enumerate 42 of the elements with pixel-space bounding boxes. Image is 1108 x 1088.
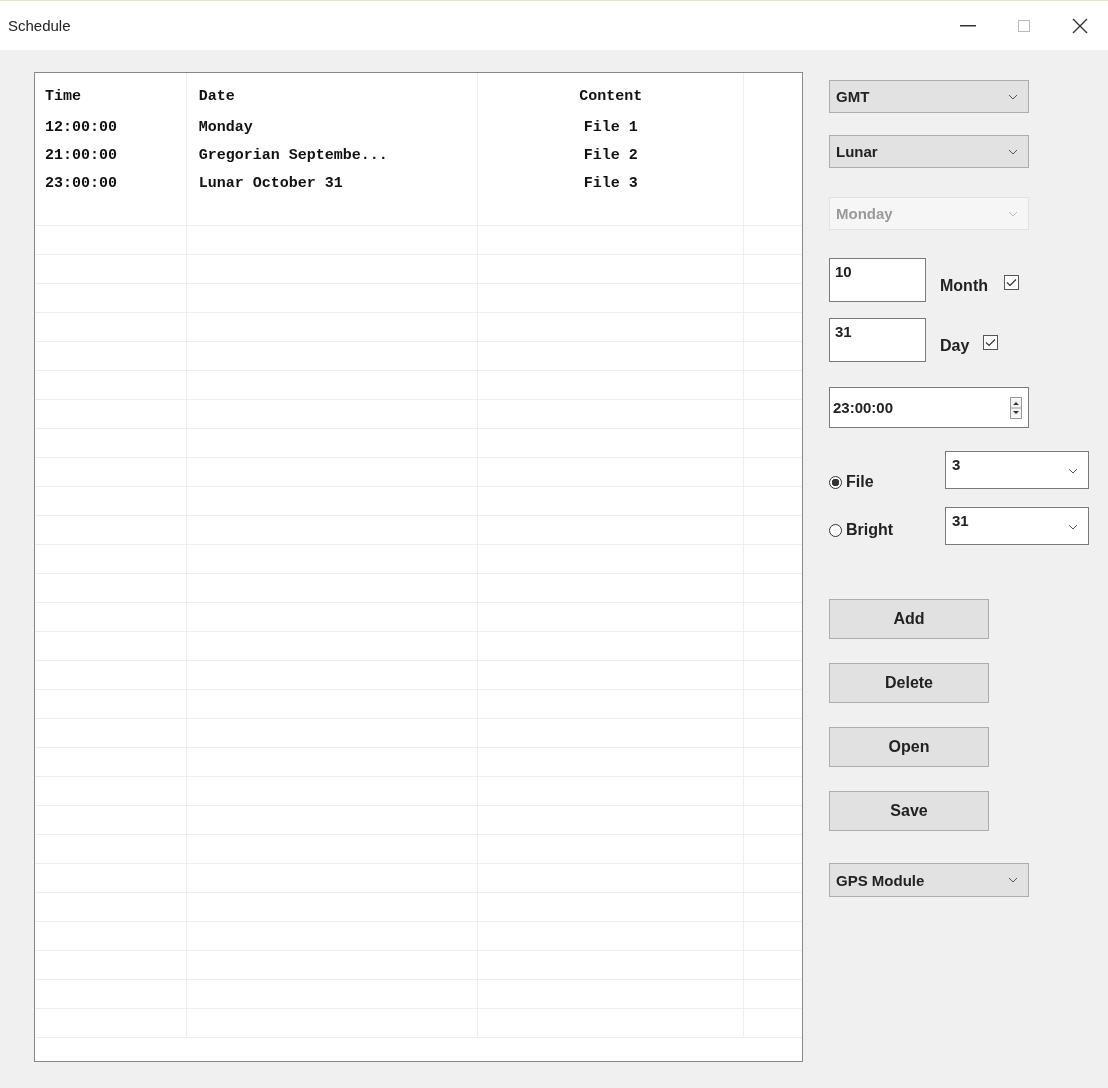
table-cell: 21:00:00 — [45, 146, 117, 164]
table-cell: File 1 — [583, 118, 638, 136]
chevron-icon — [1008, 93, 1018, 100]
chevron-icon — [1068, 524, 1078, 530]
radio-label[interactable]: File — [846, 473, 874, 491]
spinner-icon[interactable] — [1010, 396, 1022, 419]
table-cell: File 3 — [583, 174, 638, 192]
chevron-icon — [1008, 148, 1018, 155]
table-cell: Gregorian Septembe... — [198, 146, 388, 164]
chevron-icon — [1068, 468, 1078, 474]
action-button[interactable]: Open — [829, 727, 989, 767]
table-cell: 12:00:00 — [45, 118, 117, 136]
dropdown[interactable]: 3 — [945, 451, 1089, 489]
radio-label[interactable]: Bright — [846, 521, 894, 539]
time-field[interactable]: 23:00:00 — [829, 387, 1029, 428]
month-label: Month — [940, 277, 988, 295]
month-field[interactable]: 10 — [829, 258, 926, 302]
dropdown[interactable]: Lunar — [829, 135, 1029, 168]
column-header[interactable]: Time — [45, 87, 81, 105]
column-header[interactable]: Date — [198, 87, 235, 105]
close-icon[interactable] — [1072, 17, 1088, 34]
window-title: Schedule — [8, 17, 71, 34]
day-label: Day — [940, 337, 970, 355]
table-cell: File 2 — [583, 146, 638, 164]
table-cell: 23:00:00 — [45, 174, 117, 192]
radio-button[interactable] — [829, 475, 842, 489]
dropdown[interactable]: 31 — [945, 507, 1089, 545]
action-button[interactable]: Save — [829, 791, 989, 831]
day-field[interactable]: 31 — [829, 318, 926, 362]
dropdown[interactable]: GPS Module — [829, 863, 1029, 897]
action-button[interactable]: Delete — [829, 663, 989, 703]
radio-button[interactable] — [829, 523, 842, 537]
action-button[interactable]: Add — [829, 599, 989, 639]
checkbox[interactable] — [1004, 274, 1019, 290]
checkbox[interactable] — [983, 334, 999, 350]
table-cell: Lunar October 31 — [198, 174, 343, 192]
chevron-icon — [1008, 877, 1018, 883]
minimize-icon[interactable] — [960, 24, 976, 27]
column-header[interactable]: Content — [579, 87, 643, 105]
dropdown[interactable]: GMT — [829, 80, 1029, 113]
chevron-icon — [1008, 210, 1018, 217]
table-cell: Monday — [198, 118, 253, 136]
